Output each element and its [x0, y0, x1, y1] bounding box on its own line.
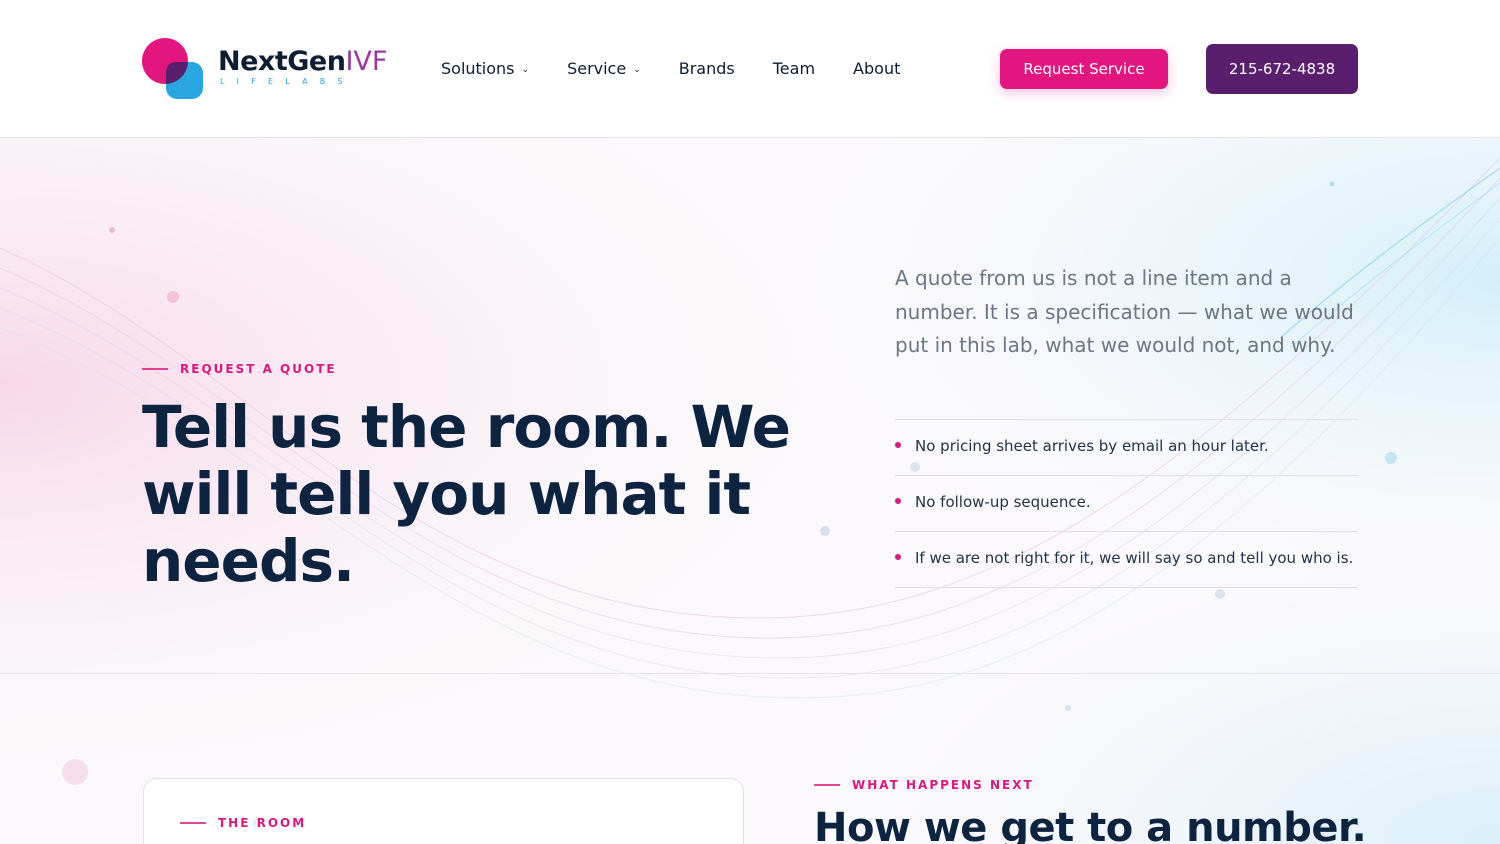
logo-wordmark: NextGenIVF	[218, 46, 388, 77]
bullet-dot-icon	[895, 498, 901, 504]
nav-item-label: Team	[772, 58, 816, 78]
next-section-title: How we get to a number.	[814, 805, 1367, 844]
hero-points-list: No pricing sheet arrives by email an hou…	[895, 419, 1358, 588]
nav-item-label: About	[853, 58, 901, 78]
logo-mark-icon	[142, 38, 203, 99]
logo[interactable]: NextGenIVF LIFELABS	[142, 38, 402, 102]
nav-item-label: Solutions	[441, 58, 515, 78]
list-item: No follow-up sequence.	[895, 475, 1358, 531]
nav-item-brands[interactable]: Brands	[679, 59, 735, 78]
eyebrow-dash	[180, 822, 206, 824]
next-eyebrow-label: WHAT HAPPENS NEXT	[852, 778, 1034, 792]
bullet-dot-icon	[895, 442, 901, 448]
list-item-text: If we are not right for it, we will say …	[915, 549, 1354, 567]
nav-item-solutions[interactable]: Solutions ⌄	[441, 59, 529, 78]
nav-item-service[interactable]: Service ⌄	[567, 59, 641, 78]
logo-tagline: LIFELABS	[220, 77, 355, 86]
list-item: If we are not right for it, we will say …	[895, 531, 1358, 588]
nav-item-label: Service	[567, 58, 627, 78]
room-eyebrow-label: THE ROOM	[218, 816, 307, 830]
hero-eyebrow-label: REQUEST A QUOTE	[180, 362, 337, 376]
chevron-down-icon: ⌄	[633, 64, 641, 75]
eyebrow-dash	[142, 368, 168, 370]
hero-lead: A quote from us is not a line item and a…	[895, 266, 1354, 357]
next-eyebrow: WHAT HAPPENS NEXT	[814, 778, 1034, 792]
nav-item-label: Brands	[678, 58, 735, 78]
phone-button[interactable]: 215-672-4838	[1206, 44, 1358, 94]
room-eyebrow: THE ROOM	[180, 816, 306, 830]
section-divider	[0, 673, 1500, 674]
nav-item-team[interactable]: Team	[773, 59, 815, 78]
site-header: NextGenIVF LIFELABS Solutions ⌄ Service …	[0, 0, 1500, 138]
hero-title: Tell us the room. We will tell you what …	[142, 393, 791, 595]
list-item-text: No follow-up sequence.	[915, 493, 1091, 511]
nav-item-about[interactable]: About	[853, 59, 900, 78]
chevron-down-icon: ⌄	[521, 64, 530, 75]
list-item-text: No pricing sheet arrives by email an hou…	[915, 437, 1269, 455]
room-card: THE ROOM	[143, 778, 744, 844]
list-item: No pricing sheet arrives by email an hou…	[895, 419, 1358, 475]
bullet-dot-icon	[895, 554, 901, 560]
main-nav: Solutions ⌄ Service ⌄ Brands Team About	[441, 56, 938, 80]
request-service-button[interactable]: Request Service	[1000, 49, 1168, 89]
eyebrow-dash	[814, 784, 840, 786]
hero-eyebrow: REQUEST A QUOTE	[142, 362, 337, 376]
